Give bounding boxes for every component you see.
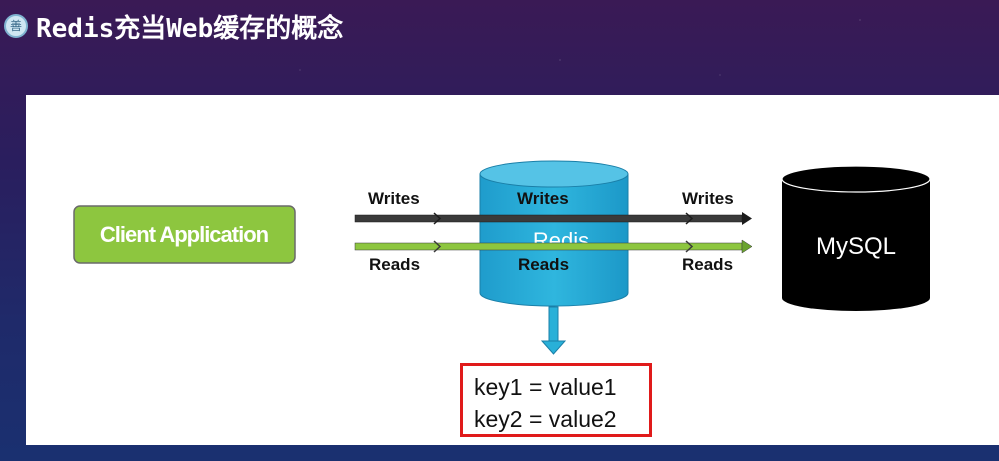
writes-label-right: Writes bbox=[682, 189, 734, 208]
writes-label-middle: Writes bbox=[517, 189, 569, 208]
kv-line-1: key1 = value1 bbox=[474, 374, 617, 400]
diagram-panel: Client Application Redis MySQL Writes Wr… bbox=[26, 95, 999, 445]
reads-label-left: Reads bbox=[369, 255, 420, 274]
mysql-label: MySQL bbox=[816, 233, 896, 260]
writes-label-left: Writes bbox=[368, 189, 420, 208]
slide-title-bar: 善 Redis充当Web缓存的概念 bbox=[4, 8, 343, 44]
key-value-store-box: key1 = value1 key2 = value2 bbox=[460, 363, 652, 437]
kv-line-2: key2 = value2 bbox=[474, 406, 617, 432]
client-application-label: Client Application bbox=[100, 222, 269, 247]
seal-icon-glyph: 善 bbox=[9, 19, 22, 33]
reads-label-right: Reads bbox=[682, 255, 733, 274]
redis-cache-node: Redis bbox=[479, 160, 629, 307]
slide-title: Redis充当Web缓存的概念 bbox=[36, 13, 344, 44]
seal-icon: 善 bbox=[4, 14, 28, 38]
cache-down-arrow bbox=[540, 306, 567, 355]
reads-label-middle: Reads bbox=[518, 255, 569, 274]
client-application-node: Client Application bbox=[73, 205, 296, 264]
mysql-database-node: MySQL bbox=[781, 165, 931, 311]
